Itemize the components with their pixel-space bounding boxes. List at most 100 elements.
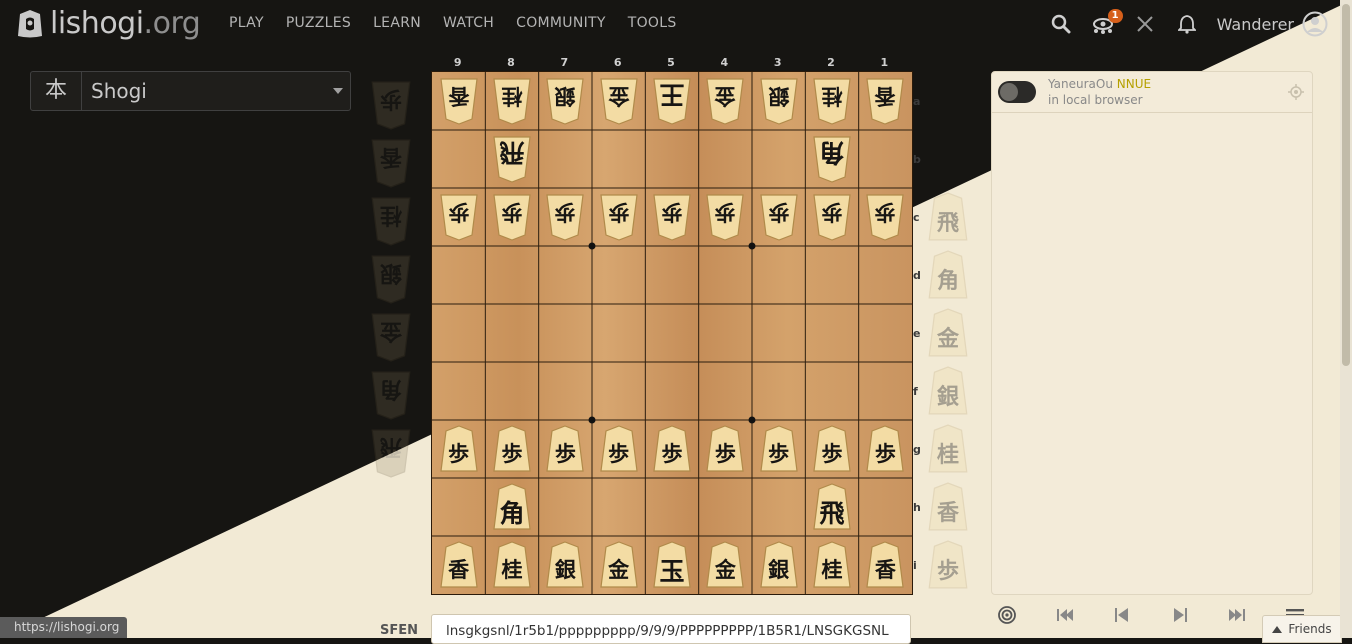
nav-community[interactable]: COMMUNITY [516, 15, 606, 31]
sente-piece[interactable]: 歩 [545, 425, 585, 473]
board-square[interactable]: 玉 [645, 536, 698, 594]
board-square[interactable]: 飛 [485, 130, 538, 188]
gote-piece[interactable]: 金 [705, 77, 745, 125]
sente-piece[interactable]: 歩 [865, 425, 905, 473]
board-square[interactable]: 銀 [539, 536, 592, 594]
hand-piece[interactable]: 角 [370, 370, 412, 420]
last-move-icon[interactable] [1221, 601, 1253, 629]
sente-piece[interactable]: 歩 [812, 425, 852, 473]
hand-piece[interactable]: 歩 [927, 540, 969, 590]
sente-piece[interactable]: 金 [705, 541, 745, 589]
friends-button[interactable]: Friends [1262, 615, 1342, 643]
nav-tools[interactable]: TOOLS [628, 15, 677, 31]
nav-learn[interactable]: LEARN [373, 15, 421, 31]
hand-piece[interactable]: 銀 [927, 366, 969, 416]
board-square[interactable]: 銀 [752, 72, 805, 130]
gote-piece[interactable]: 歩 [705, 193, 745, 241]
board-square[interactable]: 香 [859, 536, 912, 594]
sente-piece[interactable]: 飛 [812, 483, 852, 531]
board-square[interactable]: 香 [432, 72, 485, 130]
hand-piece[interactable]: 歩 [370, 80, 412, 130]
gote-piece[interactable]: 歩 [545, 193, 585, 241]
nav-puzzles[interactable]: PUZZLES [286, 15, 351, 31]
sente-piece[interactable]: 玉 [652, 541, 692, 589]
board-square[interactable]: 銀 [539, 72, 592, 130]
board-square[interactable]: 金 [592, 536, 645, 594]
board-square[interactable]: 角 [485, 478, 538, 536]
hand-piece[interactable]: 金 [370, 312, 412, 362]
gote-piece[interactable]: 桂 [492, 77, 532, 125]
sente-piece[interactable]: 歩 [652, 425, 692, 473]
nav-watch[interactable]: WATCH [443, 15, 494, 31]
variant-select[interactable]: 本 Shogi [30, 71, 351, 111]
gote-piece[interactable]: 銀 [545, 77, 585, 125]
search-icon[interactable] [1049, 9, 1073, 39]
board-square[interactable]: 歩 [539, 420, 592, 478]
sente-piece[interactable]: 歩 [439, 425, 479, 473]
board-square[interactable]: 歩 [805, 188, 858, 246]
next-move-icon[interactable] [1164, 601, 1196, 629]
first-move-icon[interactable] [1049, 601, 1081, 629]
board-square[interactable]: 歩 [485, 420, 538, 478]
hand-piece[interactable]: 香 [370, 138, 412, 188]
bell-icon[interactable] [1175, 9, 1199, 39]
board-square[interactable]: 歩 [752, 188, 805, 246]
board-square[interactable]: 歩 [699, 188, 752, 246]
hand-piece[interactable]: 金 [927, 308, 969, 358]
target-icon[interactable] [991, 601, 1023, 629]
hand-piece[interactable]: 香 [927, 482, 969, 532]
hand-piece[interactable]: 飛 [370, 428, 412, 478]
site-logo[interactable]: lishogi.org [16, 6, 201, 41]
sfen-input[interactable]: lnsgkgsnl/1r5b1/ppppppppp/9/9/9/PPPPPPPP… [431, 614, 911, 644]
board-square[interactable]: 歩 [645, 188, 698, 246]
board-square[interactable]: 歩 [539, 188, 592, 246]
gote-piece[interactable]: 歩 [492, 193, 532, 241]
sente-piece[interactable]: 桂 [492, 541, 532, 589]
gote-piece[interactable]: 桂 [812, 77, 852, 125]
board-square[interactable]: 銀 [752, 536, 805, 594]
engine-toggle[interactable] [998, 81, 1036, 103]
scrollbar-thumb[interactable] [1342, 4, 1350, 366]
gote-piece[interactable]: 香 [439, 77, 479, 125]
board-square[interactable]: 飛 [805, 478, 858, 536]
spectator-icon[interactable]: 1 [1091, 9, 1123, 39]
sente-piece[interactable]: 歩 [705, 425, 745, 473]
gote-piece[interactable]: 歩 [759, 193, 799, 241]
shogi-board[interactable]: 香桂銀金王金銀桂香飛角歩歩歩歩歩歩歩歩歩歩歩歩歩歩歩歩歩歩角飛香桂銀金玉金銀桂香 [431, 71, 913, 595]
crosshair-settings-icon[interactable] [1288, 84, 1304, 100]
board-square[interactable]: 香 [432, 536, 485, 594]
sente-piece[interactable]: 銀 [759, 541, 799, 589]
hand-piece[interactable]: 飛 [927, 192, 969, 242]
board-square[interactable]: 歩 [645, 420, 698, 478]
board-square[interactable]: 桂 [805, 536, 858, 594]
board-square[interactable]: 歩 [699, 420, 752, 478]
board-square[interactable]: 歩 [432, 420, 485, 478]
hand-piece[interactable]: 角 [927, 250, 969, 300]
page-scrollbar[interactable] [1340, 0, 1352, 638]
sente-piece[interactable]: 銀 [545, 541, 585, 589]
user-menu[interactable]: Wanderer [1217, 11, 1328, 37]
board-square[interactable]: 歩 [592, 420, 645, 478]
hand-piece[interactable]: 桂 [370, 196, 412, 246]
gote-piece[interactable]: 香 [865, 77, 905, 125]
sente-piece[interactable]: 香 [865, 541, 905, 589]
gote-piece[interactable]: 金 [599, 77, 639, 125]
sente-piece[interactable]: 歩 [492, 425, 532, 473]
gote-piece[interactable]: 角 [812, 135, 852, 183]
board-square[interactable]: 角 [805, 130, 858, 188]
gote-piece[interactable]: 銀 [759, 77, 799, 125]
board-square[interactable]: 金 [699, 536, 752, 594]
hand-piece[interactable]: 銀 [370, 254, 412, 304]
sente-piece[interactable]: 歩 [759, 425, 799, 473]
board-square[interactable]: 金 [592, 72, 645, 130]
prev-move-icon[interactable] [1106, 601, 1138, 629]
nav-play[interactable]: PLAY [229, 15, 264, 31]
sente-piece[interactable]: 歩 [599, 425, 639, 473]
board-square[interactable]: 桂 [805, 72, 858, 130]
board-square[interactable]: 歩 [752, 420, 805, 478]
board-square[interactable]: 香 [859, 72, 912, 130]
gote-piece[interactable]: 歩 [599, 193, 639, 241]
board-square[interactable]: 歩 [592, 188, 645, 246]
board-square[interactable]: 王 [645, 72, 698, 130]
board-square[interactable]: 金 [699, 72, 752, 130]
